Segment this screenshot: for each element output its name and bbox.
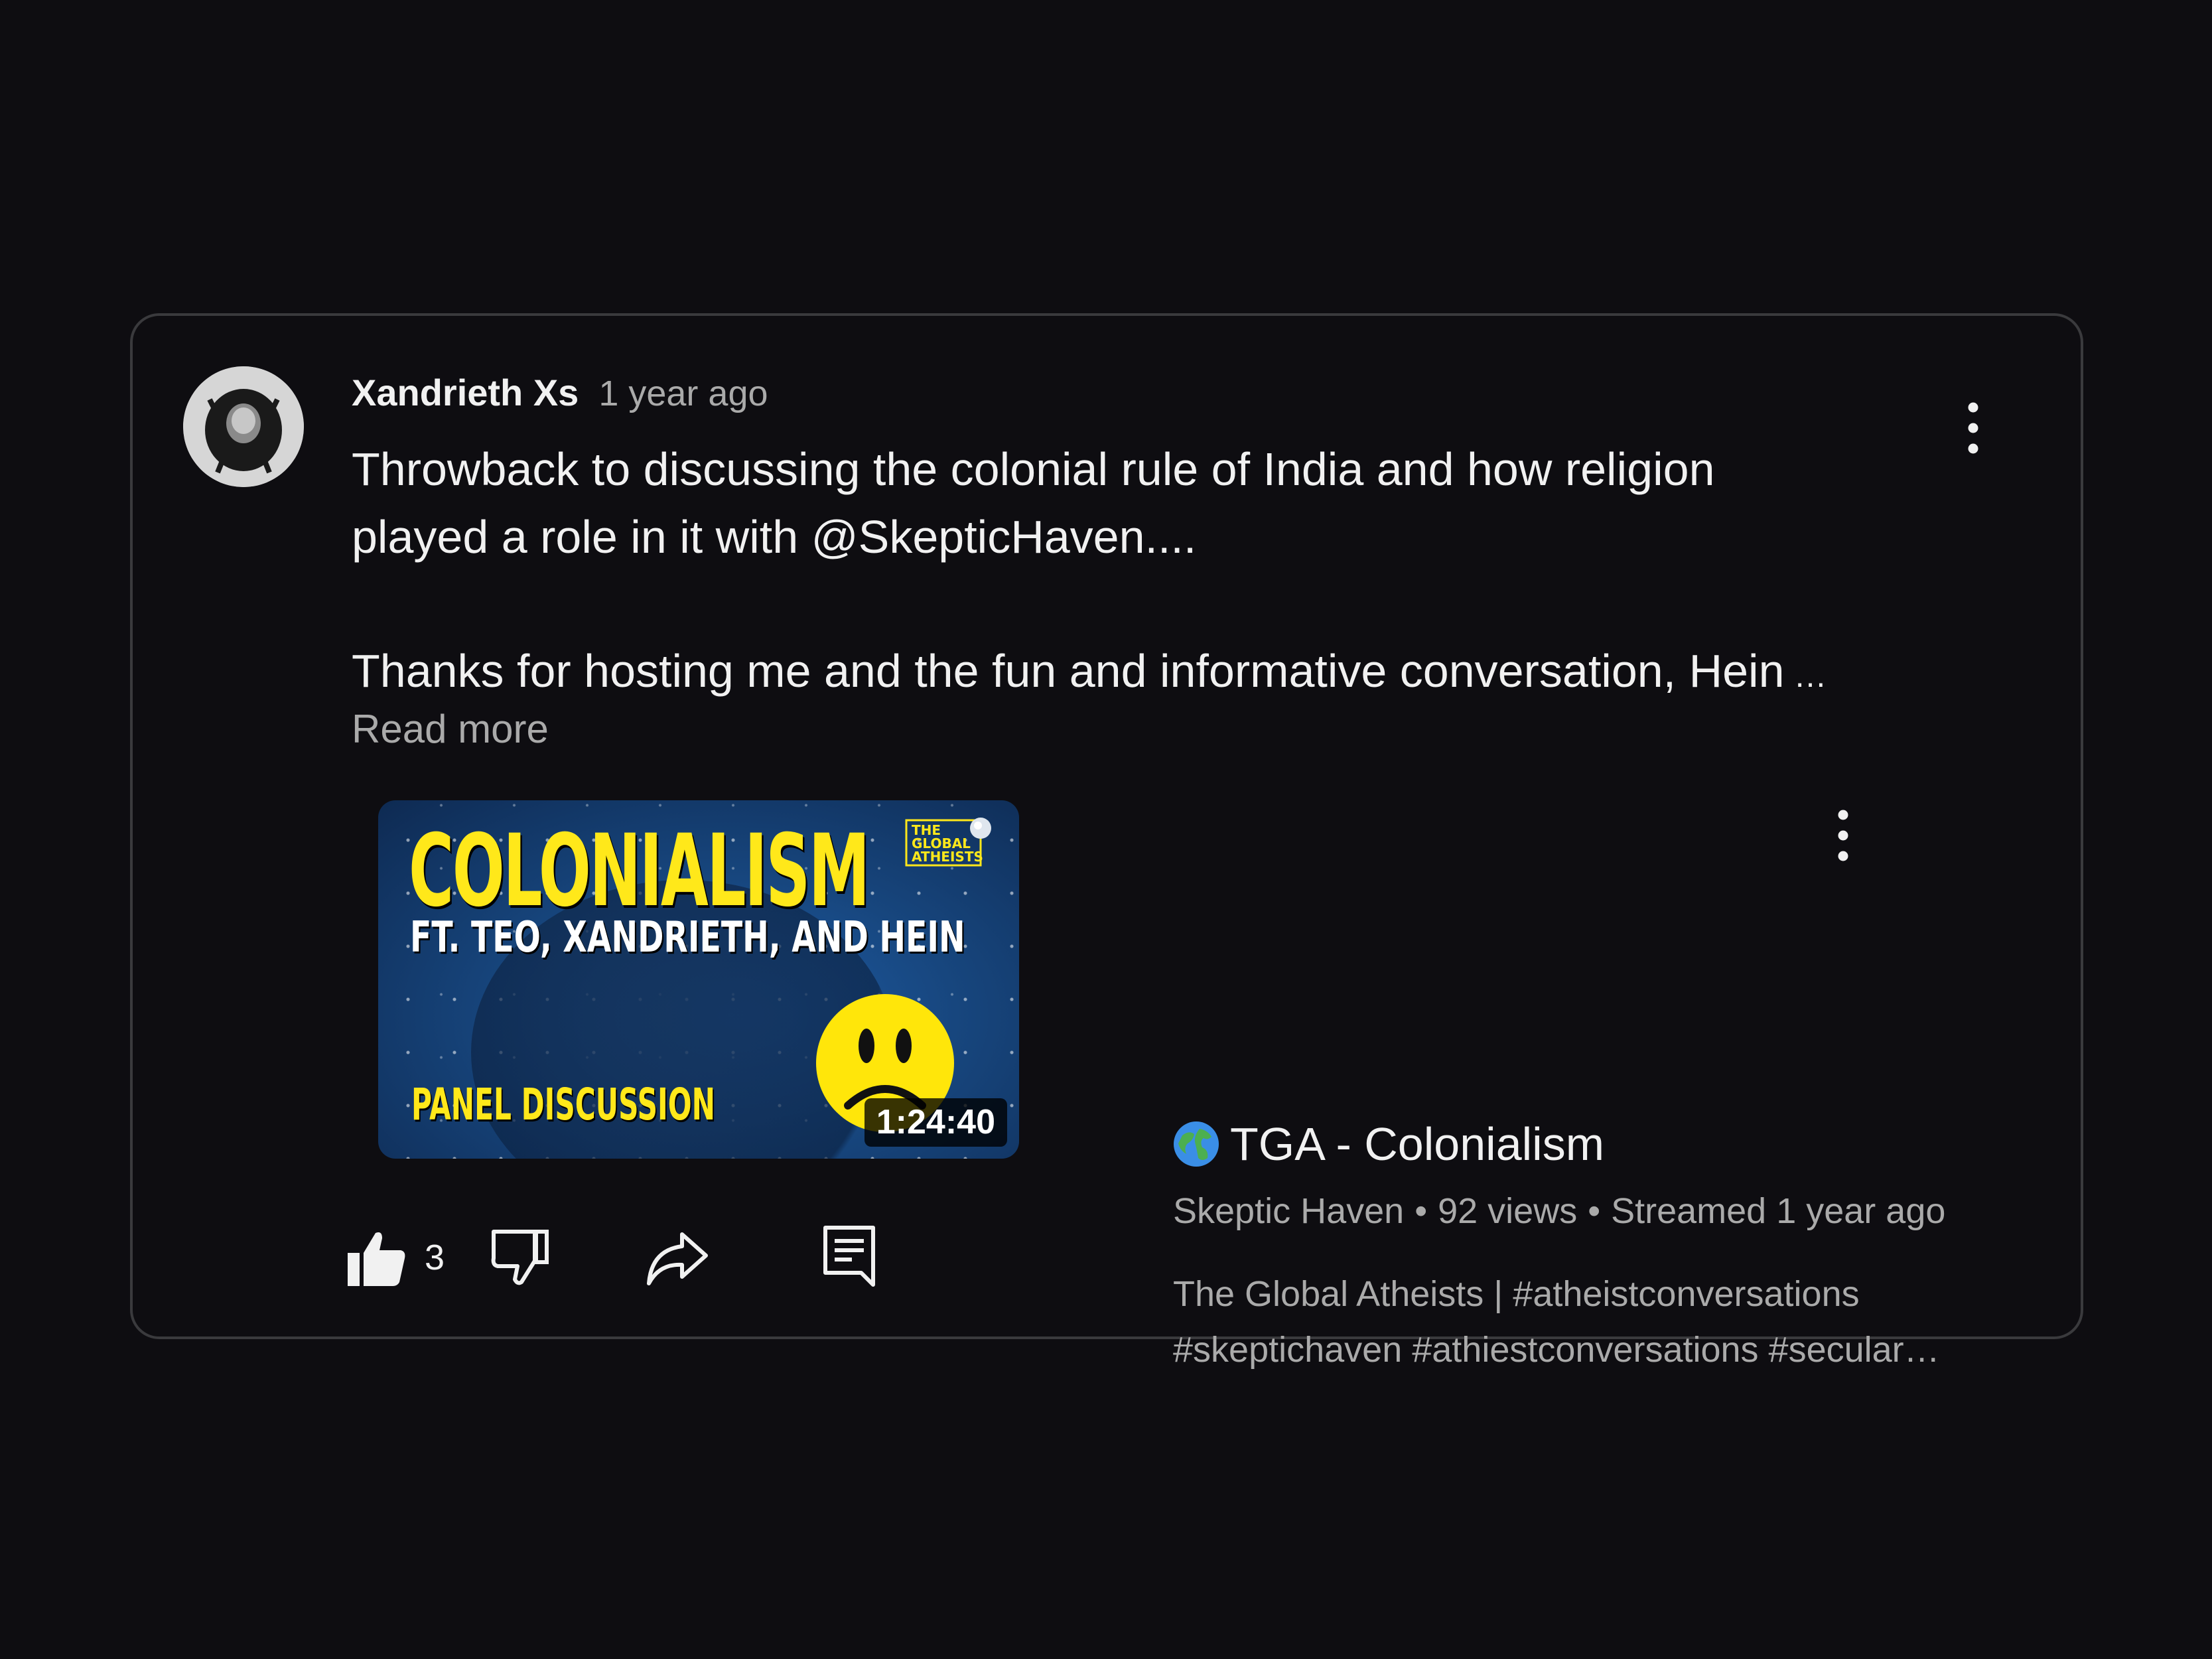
video-title-link[interactable]: TGA - Colonialism <box>1173 1118 1604 1171</box>
comment-timestamp[interactable]: 1 year ago <box>598 374 768 413</box>
video-description-line: The Global Atheists | #atheistconversati… <box>1173 1274 1860 1314</box>
meta-separator: • <box>1588 1191 1601 1231</box>
dislike-button[interactable] <box>488 1226 552 1290</box>
logo-text-line: ATHEISTS <box>912 849 983 865</box>
video-channel[interactable]: Skeptic Haven <box>1173 1191 1404 1231</box>
video-duration-badge: 1:24:40 <box>864 1098 1007 1147</box>
thumbnail-panel-label: PANEL DISCUSSION <box>411 1079 716 1130</box>
comment-text-line: Thanks for hosting me and the fun and in… <box>352 645 1785 697</box>
comment-text-line: played a role in it with @SkepticHaven..… <box>352 511 1197 563</box>
share-icon <box>647 1232 708 1285</box>
comment-card: Xandrieth Xs 1 year ago Throwback to disc… <box>130 313 2083 1370</box>
comment-text-line: Throwback to discussing the colonial rul… <box>352 443 1715 495</box>
reply-button[interactable] <box>823 1225 876 1289</box>
comment-more-button[interactable] <box>1953 398 1993 458</box>
video-title: TGA - Colonialism <box>1230 1118 1605 1170</box>
like-button[interactable] <box>345 1226 409 1290</box>
video-description: The Global Atheists | #atheistconversati… <box>1173 1266 1969 1378</box>
read-more-button[interactable]: Read more <box>352 706 549 752</box>
share-button[interactable] <box>644 1228 710 1289</box>
video-description-line: #skeptichaven #athiestconversations #sec… <box>1173 1330 1940 1370</box>
comment-reply-icon <box>823 1226 875 1287</box>
avatar-image <box>183 366 304 487</box>
global-atheists-logo: THE GLOBAL ATHEISTS <box>905 815 991 868</box>
comment-ellipsis: … <box>1793 657 1827 694</box>
avatar[interactable] <box>183 366 304 487</box>
thumbnail-subtitle: FT. TEO, XANDRIETH, AND HEIN <box>410 913 965 962</box>
thumbs-up-icon <box>348 1232 405 1286</box>
thumbs-down-icon <box>491 1230 549 1285</box>
comment-header: Xandrieth Xs 1 year ago <box>352 372 768 413</box>
video-streamed: Streamed 1 year ago <box>1611 1191 1946 1231</box>
video-meta: Skeptic Haven • 92 views • Streamed 1 year a… <box>1173 1190 1945 1232</box>
like-count: 3 <box>425 1238 445 1277</box>
more-vert-icon <box>1968 402 1978 454</box>
video-more-button[interactable] <box>1823 806 1863 865</box>
video-thumbnail[interactable]: COLONIALISM FT. TEO, XANDRIETH, AND HEIN… <box>378 800 1019 1159</box>
comment-author[interactable]: Xandrieth Xs <box>352 372 579 413</box>
more-vert-icon <box>1838 810 1848 861</box>
comment-body: Throwback to discussing the colonial rul… <box>352 435 1891 709</box>
video-views: 92 views <box>1438 1191 1578 1231</box>
thumbnail-title: COLONIALISM <box>409 814 870 929</box>
meta-separator: • <box>1415 1191 1428 1231</box>
globe-emoji-icon <box>1173 1121 1219 1167</box>
